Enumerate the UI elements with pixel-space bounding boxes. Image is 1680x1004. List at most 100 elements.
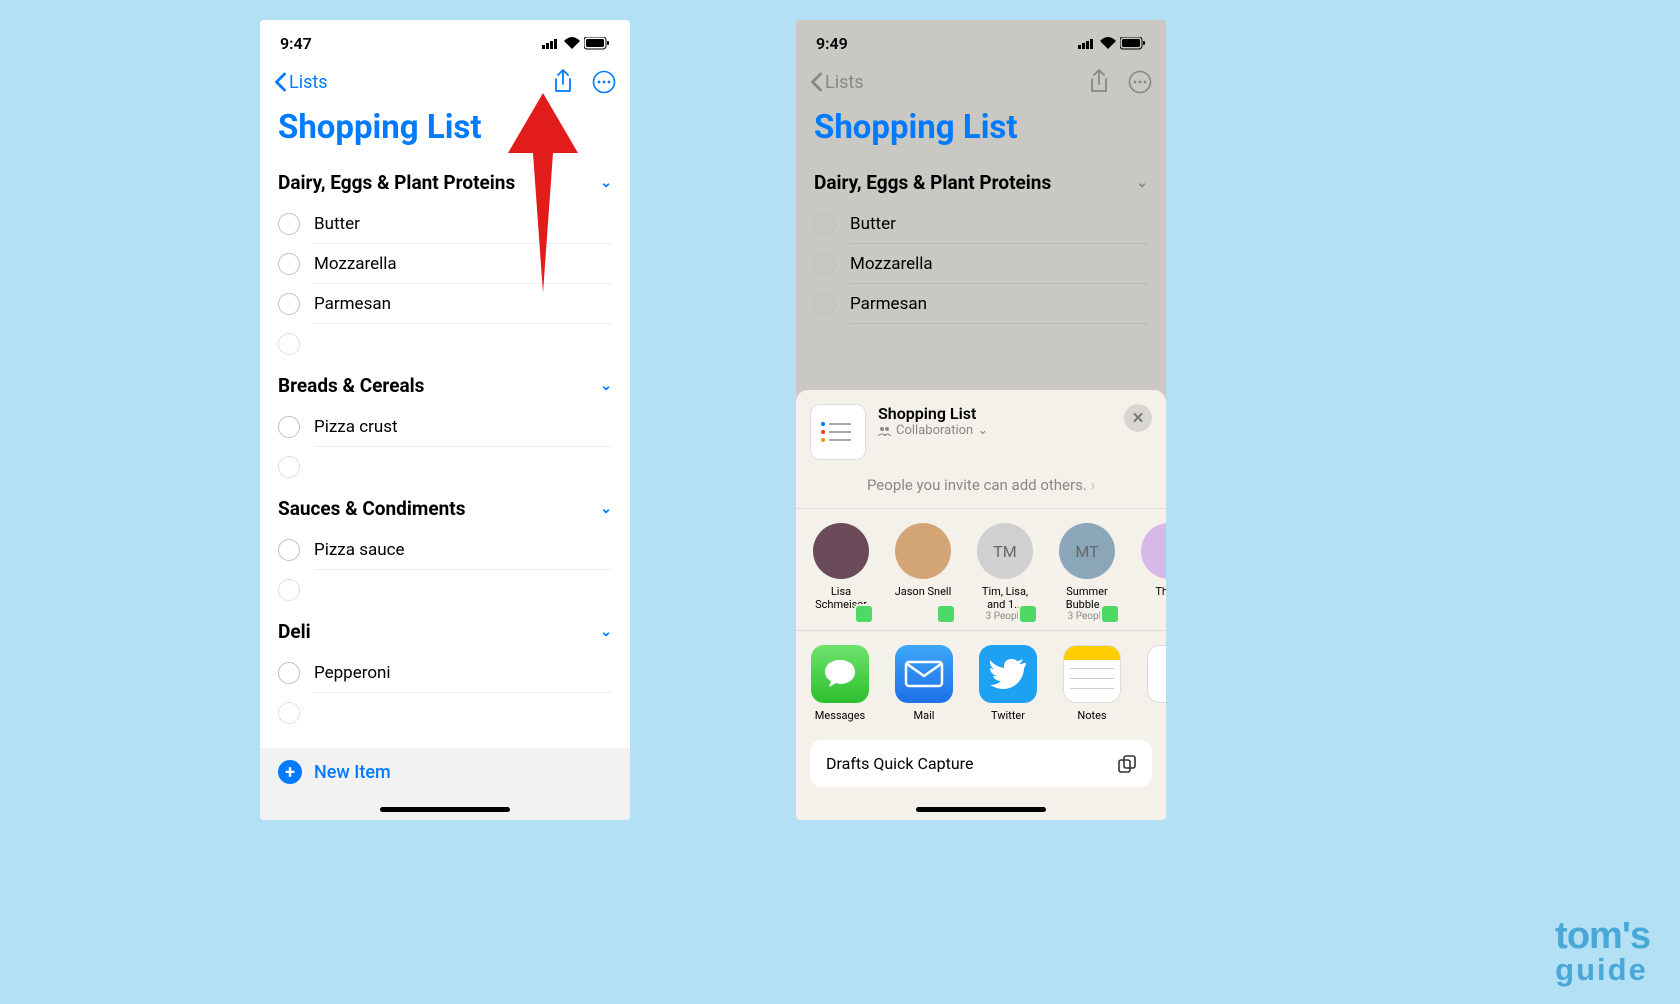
contact-name: Jason Snell [895, 585, 952, 598]
list-item-empty[interactable] [260, 570, 630, 610]
messages-app-icon [811, 645, 869, 703]
contact-name: The F [1155, 585, 1166, 598]
back-button[interactable]: Lists [810, 72, 864, 93]
messages-badge-icon [854, 604, 874, 624]
status-icons [542, 37, 610, 50]
list-item[interactable]: Parmesan [796, 284, 1166, 324]
chevron-down-icon: ⌄ [600, 378, 612, 394]
list-item[interactable]: Mozzarella [796, 244, 1166, 284]
section-dairy: Dairy, Eggs & Plant Proteins ⌄ Butter Mo… [796, 161, 1166, 364]
item-text: Pepperoni [314, 663, 612, 693]
app-name: Messages [815, 709, 865, 722]
app-notes[interactable]: Notes [1062, 645, 1122, 722]
radio-icon[interactable] [278, 293, 300, 315]
radio-icon[interactable] [814, 253, 836, 275]
list-item[interactable]: Parmesan [260, 284, 630, 324]
list-item[interactable]: Pepperoni [260, 653, 630, 693]
section-header[interactable]: Dairy, Eggs & Plant Proteins ⌄ [796, 161, 1166, 204]
app-mail[interactable]: Mail [894, 645, 954, 722]
nav-bar: Lists [796, 60, 1166, 104]
share-icon[interactable] [552, 69, 574, 95]
radio-empty-icon[interactable] [278, 333, 300, 355]
messages-badge-icon [936, 604, 956, 624]
action-label: Drafts Quick Capture [826, 754, 973, 773]
avatar: TM [977, 523, 1033, 579]
radio-empty-icon[interactable] [278, 702, 300, 724]
share-collaboration-button[interactable]: Collaboration ⌄ [878, 423, 1112, 438]
section-name: Sauces & Condiments [278, 497, 465, 520]
section-name: Breads & Cereals [278, 374, 424, 397]
people-icon [878, 426, 892, 436]
radio-icon[interactable] [814, 213, 836, 235]
section-sauces: Sauces & Condiments ⌄ Pizza sauce [260, 487, 630, 610]
item-text: Pizza crust [314, 417, 612, 447]
list-item[interactable]: Pizza sauce [260, 530, 630, 570]
page-title: Shopping List [796, 104, 1166, 161]
app-twitter[interactable]: Twitter [978, 645, 1038, 722]
list-item-empty[interactable] [260, 447, 630, 487]
plus-icon: + [278, 760, 302, 784]
radio-empty-icon[interactable] [814, 333, 836, 355]
section-header[interactable]: Dairy, Eggs & Plant Proteins ⌄ [260, 161, 630, 204]
page-title: Shopping List [260, 104, 630, 161]
share-icon[interactable] [1088, 69, 1110, 95]
chevron-right-icon: › [1091, 476, 1096, 494]
nav-bar: Lists [260, 60, 630, 104]
radio-icon[interactable] [278, 213, 300, 235]
chevron-down-icon: ⌄ [600, 624, 612, 640]
app-name: Notes [1077, 709, 1106, 722]
app-name: Mail [914, 709, 935, 722]
contact-item[interactable]: MT Summer Bubble... 3 People [1056, 523, 1118, 622]
status-time: 9:47 [280, 34, 312, 53]
avatar [1141, 523, 1166, 579]
more-icon[interactable] [1128, 70, 1152, 94]
contact-item[interactable]: Lisa Schmeiser [810, 523, 872, 622]
radio-icon[interactable] [278, 416, 300, 438]
list-item[interactable]: Butter [260, 204, 630, 244]
list-item[interactable]: Butter [796, 204, 1166, 244]
radio-icon[interactable] [814, 293, 836, 315]
radio-icon[interactable] [278, 662, 300, 684]
item-text: Pizza sauce [314, 540, 612, 570]
back-button[interactable]: Lists [274, 72, 328, 93]
home-indicator[interactable] [380, 807, 510, 812]
avatar [813, 523, 869, 579]
home-indicator[interactable] [916, 807, 1046, 812]
item-text: Butter [314, 214, 612, 244]
radio-icon[interactable] [278, 253, 300, 275]
share-sheet: Shopping List Collaboration ⌄ ✕ People y… [796, 390, 1166, 820]
new-item-label: New Item [314, 762, 391, 783]
radio-empty-icon[interactable] [278, 579, 300, 601]
share-title: Shopping List [878, 404, 1112, 423]
contact-item[interactable]: TM Tim, Lisa, and 1... 3 People [974, 523, 1036, 622]
action-drafts-quick-capture[interactable]: Drafts Quick Capture [810, 740, 1152, 787]
copy-icon [1118, 755, 1136, 773]
chevron-down-icon: ⌄ [600, 501, 612, 517]
list-item[interactable]: Mozzarella [260, 244, 630, 284]
invite-settings-row[interactable]: People you invite can add others. › [796, 470, 1166, 509]
list-item-empty[interactable] [796, 324, 1166, 364]
list-item-empty[interactable] [260, 693, 630, 733]
more-icon[interactable] [592, 70, 616, 94]
contact-item[interactable]: Jason Snell [892, 523, 954, 622]
chevron-left-icon [810, 72, 823, 92]
chevron-left-icon [274, 72, 287, 92]
app-messages[interactable]: Messages [810, 645, 870, 722]
status-bar: 9:49 [796, 20, 1166, 60]
close-button[interactable]: ✕ [1124, 404, 1152, 432]
radio-icon[interactable] [278, 539, 300, 561]
section-header[interactable]: Sauces & Condiments ⌄ [260, 487, 630, 530]
status-bar: 9:47 [260, 20, 630, 60]
app-partial[interactable] [1146, 645, 1166, 722]
apps-row: Messages Mail Twitter [796, 631, 1166, 736]
radio-empty-icon[interactable] [278, 456, 300, 478]
list-item[interactable]: Pizza crust [260, 407, 630, 447]
section-header[interactable]: Deli ⌄ [260, 610, 630, 653]
twitter-app-icon [979, 645, 1037, 703]
share-thumbnail-icon [810, 404, 866, 460]
notes-app-icon [1063, 645, 1121, 703]
phone-screenshot-left: 9:47 Lists Shopping List Dairy, Eggs & P… [260, 20, 630, 820]
list-item-empty[interactable] [260, 324, 630, 364]
section-header[interactable]: Breads & Cereals ⌄ [260, 364, 630, 407]
contact-item[interactable]: The F 2 [1138, 523, 1166, 622]
